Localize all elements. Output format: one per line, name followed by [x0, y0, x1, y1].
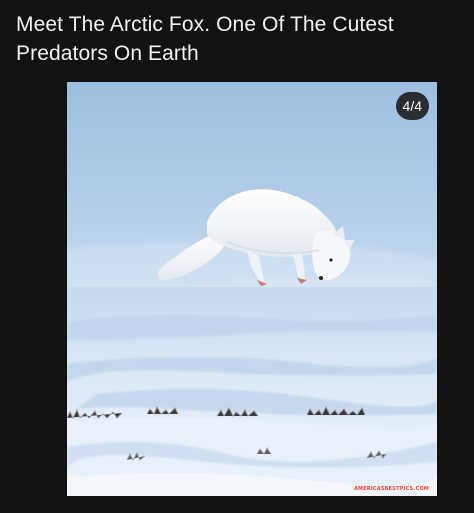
- site-watermark: AMERICASBESTPICS.COM: [353, 486, 429, 492]
- post-view: Meet The Arctic Fox. One Of The Cutest P…: [0, 0, 474, 513]
- image-gallery[interactable]: 4/4 AMERICASBESTPICS.COM: [67, 82, 437, 496]
- post-title: Meet The Arctic Fox. One Of The Cutest P…: [16, 13, 394, 65]
- gallery-counter-badge: 4/4: [395, 92, 429, 120]
- arctic-fox-photo: [67, 82, 437, 496]
